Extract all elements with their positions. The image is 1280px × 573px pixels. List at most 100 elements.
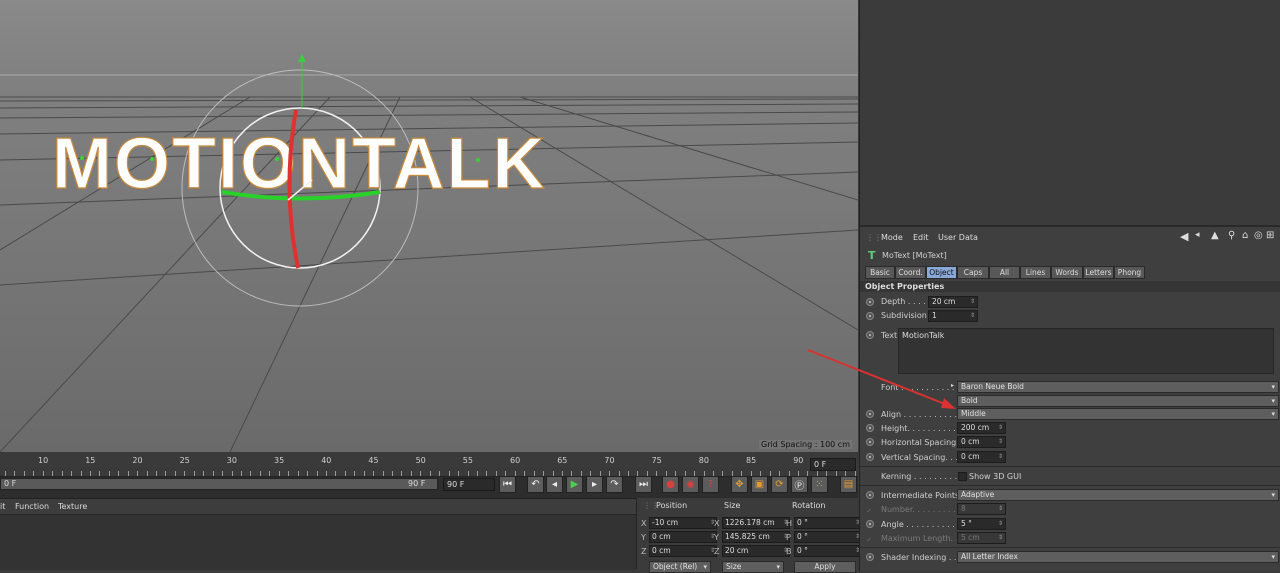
move-key-button[interactable]: ✥ <box>731 476 748 493</box>
maxlen-label: Maximum Length. . . <box>881 534 964 543</box>
shader-select[interactable]: All Letter Index <box>957 551 1279 563</box>
tab-coord[interactable]: Coord. <box>895 266 926 279</box>
tab-object[interactable]: Object <box>926 266 957 279</box>
back-arrow-icon[interactable]: ◀ <box>1180 230 1188 243</box>
tab-caps[interactable]: Caps <box>957 266 989 279</box>
ruler-tick <box>401 471 402 476</box>
text-area[interactable]: MotionTalk <box>898 328 1274 374</box>
tab-lines[interactable]: Lines <box>1020 266 1051 279</box>
ruler-tick <box>317 471 318 476</box>
size-z-field[interactable]: 20 cm <box>722 545 790 557</box>
menu-edit[interactable]: Edit <box>913 233 929 242</box>
autokey-help-button[interactable]: ? <box>702 476 719 493</box>
font-style-select[interactable]: Bold <box>957 395 1279 407</box>
menu-mode[interactable]: Mode <box>881 233 903 242</box>
size-y-field[interactable]: 145.825 cm <box>722 531 790 543</box>
interp-select[interactable]: Adaptive <box>957 489 1279 501</box>
rotation-b-field[interactable]: 0 ° <box>794 545 862 557</box>
divider <box>860 547 1280 548</box>
subdivision-anim-dot[interactable] <box>866 312 874 320</box>
ruler-tick <box>468 471 469 476</box>
prev-key-button[interactable]: ↶ <box>527 476 544 493</box>
goto-start-button[interactable]: ⏮ <box>499 476 516 493</box>
current-frame-field[interactable]: 0 F <box>810 458 856 471</box>
font-select[interactable]: Baron Neue Bold <box>957 381 1279 393</box>
menu-user-data[interactable]: User Data <box>938 233 978 242</box>
ruler-label: 55 <box>462 456 473 465</box>
tab-words[interactable]: Words <box>1051 266 1083 279</box>
up-arrow-icon[interactable]: ▲ <box>1211 230 1219 241</box>
record-position-button[interactable]: ● <box>662 476 679 493</box>
coordinate-mode-select[interactable]: Object (Rel) <box>649 561 711 573</box>
end-frame-field[interactable]: 90 F <box>443 478 495 491</box>
position-y-field[interactable]: 0 cm <box>649 531 717 543</box>
size-mode-select[interactable]: Size <box>722 561 784 573</box>
angle-field[interactable]: 5 ° <box>957 518 1006 530</box>
number-field: 8 <box>957 503 1006 515</box>
search-icon[interactable]: ⚲ <box>1228 230 1235 241</box>
position-x-field[interactable]: -10 cm <box>649 517 717 529</box>
drag-handle-icon[interactable]: ⋮⋮ <box>866 233 882 242</box>
menu-texture[interactable]: Texture <box>58 502 87 511</box>
ruler-tick <box>62 471 63 476</box>
hspacing-anim-dot[interactable] <box>866 438 874 446</box>
menu-function[interactable]: Function <box>15 502 49 511</box>
interp-anim-dot[interactable] <box>866 491 874 499</box>
tab-letters[interactable]: Letters <box>1083 266 1114 279</box>
height-field[interactable]: 200 cm <box>957 422 1006 434</box>
tab-basic[interactable]: Basic <box>865 266 895 279</box>
depth-anim-dot[interactable] <box>866 298 874 306</box>
play-button[interactable]: ▶ <box>566 476 583 493</box>
ruler-tick <box>24 471 25 476</box>
next-key-button[interactable]: ↷ <box>606 476 623 493</box>
position-z-field[interactable]: 0 cm <box>649 545 717 557</box>
scheme-button[interactable]: ▤ <box>840 476 857 493</box>
3d-viewport[interactable]: MOTIONTALK Grid Spacing : 100 cm <box>0 0 858 452</box>
ruler-tick <box>99 471 100 476</box>
target-icon[interactable]: ◎ <box>1254 230 1263 241</box>
apply-button[interactable]: Apply <box>794 561 856 573</box>
goto-end-button[interactable]: ⏭ <box>635 476 652 493</box>
timeline-ruler[interactable]: 10 15 20 25 30 35 40 45 50 55 60 65 70 75 80 85 90 <box>0 452 858 477</box>
object-manager[interactable] <box>859 0 1280 225</box>
align-anim-dot[interactable] <box>866 410 874 418</box>
size-x-field[interactable]: 1226.178 cm <box>722 517 790 529</box>
preview-range-bar[interactable] <box>0 478 438 490</box>
menu-edit[interactable]: it <box>0 502 5 511</box>
lock-icon[interactable]: ⌂ <box>1242 230 1248 241</box>
subdivision-field[interactable]: 1 <box>928 310 978 322</box>
material-manager[interactable]: it Function Texture <box>0 498 636 570</box>
tab-phong[interactable]: Phong <box>1114 266 1145 279</box>
align-select[interactable]: Middle <box>957 408 1279 420</box>
rotation-p-field[interactable]: 0 ° <box>794 531 862 543</box>
next-frame-button[interactable]: ▸ <box>586 476 603 493</box>
ruler-label: 15 <box>85 456 96 465</box>
font-menu-arrow-icon[interactable]: ▸ <box>951 382 954 389</box>
show3d-checkbox[interactable] <box>958 472 967 481</box>
new-window-icon[interactable]: ⊞ <box>1266 230 1274 241</box>
ruler-tick <box>137 471 138 476</box>
angle-anim-dot[interactable] <box>866 520 874 528</box>
text-anim-dot[interactable] <box>866 331 874 339</box>
height-anim-dot[interactable] <box>866 424 874 432</box>
ruler-tick <box>298 471 299 476</box>
vspacing-field[interactable]: 0 cm <box>957 451 1006 463</box>
ruler-tick <box>52 471 53 476</box>
scale-key-button[interactable]: ▣ <box>751 476 768 493</box>
tab-all[interactable]: All <box>989 266 1020 279</box>
shader-anim-dot[interactable] <box>866 553 874 561</box>
ruler-tick <box>628 471 629 476</box>
point-level-button[interactable]: ⁙ <box>811 476 828 493</box>
record-keys-button[interactable]: ◉ <box>682 476 699 493</box>
hspacing-field[interactable]: 0 cm <box>957 436 1006 448</box>
timeline[interactable]: 10 15 20 25 30 35 40 45 50 55 60 65 70 75 80 85 90 0 F 9… <box>0 452 858 498</box>
param-key-button[interactable]: Ⓟ <box>791 476 808 493</box>
rotate-key-button[interactable]: ⟳ <box>771 476 788 493</box>
depth-field[interactable]: 20 cm <box>928 296 978 308</box>
ruler-tick <box>496 471 497 476</box>
history-icon[interactable]: ◂ <box>1195 230 1200 240</box>
ruler-tick <box>439 471 440 476</box>
vspacing-anim-dot[interactable] <box>866 453 874 461</box>
prev-frame-button[interactable]: ◂ <box>546 476 563 493</box>
rotation-h-field[interactable]: 0 ° <box>794 517 862 529</box>
